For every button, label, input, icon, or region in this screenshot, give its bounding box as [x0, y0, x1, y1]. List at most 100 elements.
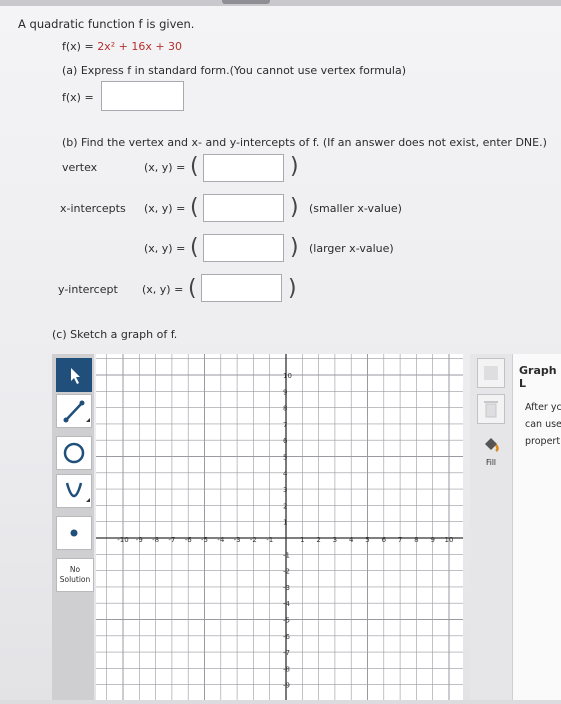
legend-line: can use [525, 419, 561, 430]
x-tick-label: 1 [300, 536, 304, 544]
x-tick-label: 7 [398, 536, 402, 544]
no-solution-line1: No [69, 565, 81, 574]
x-tick-label: 5 [365, 536, 369, 544]
x-tick-label: -10 [117, 536, 128, 544]
y-tick-label: 3 [283, 486, 287, 494]
undo-button[interactable] [477, 358, 505, 388]
no-solution-line2: Solution [59, 575, 91, 584]
left-paren: ( [190, 235, 199, 260]
circle-tool[interactable] [56, 436, 92, 470]
y-tick-label: 7 [283, 421, 287, 429]
right-paren: ) [290, 195, 299, 220]
smaller-x-note: (smaller x-value) [309, 202, 402, 215]
parabola-icon [65, 482, 90, 502]
x-tick-label: -9 [136, 536, 143, 544]
point-icon [70, 529, 78, 537]
y-tick-label: 10 [283, 372, 292, 380]
part-b-prompt: (b) Find the vertex and x- and y-interce… [62, 136, 547, 149]
part-a-prompt: (a) Express f in standard form.(You cann… [62, 64, 406, 77]
x-tick-label: -4 [217, 536, 225, 544]
graph-side-panel: Fill [470, 354, 512, 700]
point-tool[interactable] [56, 516, 92, 550]
y-tick-label: -9 [283, 682, 290, 690]
y-tick-label: -1 [283, 551, 290, 559]
y-tick-label: 9 [283, 388, 287, 396]
function-definition: f(x) = 2x² + 16x + 30 [62, 40, 182, 53]
y-int-eq: (x, y) = [142, 283, 184, 296]
legend-line: After yc [525, 402, 561, 413]
right-paren: ) [290, 154, 299, 179]
x-tick-label: 2 [316, 536, 320, 544]
cursor-icon [71, 368, 80, 384]
vertex-eq: (x, y) = [144, 161, 186, 174]
x-tick-label: -8 [152, 536, 159, 544]
x-intercepts-label: x-intercepts [60, 202, 126, 215]
y-tick-label: -3 [283, 584, 290, 592]
top-bar [0, 0, 561, 6]
parabola-tool[interactable] [56, 474, 92, 508]
right-paren: ) [290, 235, 299, 260]
x-int-larger-eq: (x, y) = [144, 242, 186, 255]
y-tick-label: 2 [283, 502, 287, 510]
legend-body: After yc can use propert [525, 399, 561, 450]
y-tick-label: -2 [283, 568, 290, 576]
trash-icon [484, 401, 498, 418]
pointer-tool[interactable] [56, 358, 92, 392]
x-tick-label: -6 [185, 536, 193, 544]
part-a-label: f(x) = [62, 91, 94, 104]
left-paren: ( [188, 276, 197, 301]
delete-button[interactable] [477, 394, 505, 424]
y-tick-label: 6 [283, 437, 288, 445]
vertex-input[interactable] [203, 154, 284, 182]
assignment-page: A quadratic function f is given. f(x) = … [0, 0, 561, 700]
left-paren: ( [190, 154, 199, 179]
larger-x-note: (larger x-value) [309, 242, 394, 255]
standard-form-input[interactable] [101, 81, 184, 111]
x-tick-label: 6 [382, 536, 387, 544]
x-tick-label: -2 [250, 536, 257, 544]
y-tick-label: -6 [283, 633, 291, 641]
right-paren: ) [288, 276, 297, 301]
x-tick-label: -5 [201, 536, 208, 544]
line-icon [63, 400, 90, 423]
y-tick-label: -4 [283, 600, 291, 608]
y-intercept-input[interactable] [201, 274, 282, 302]
y-tick-label: 4 [283, 470, 288, 478]
x-tick-label: 8 [414, 536, 418, 544]
circle-icon [63, 442, 85, 464]
graph-area[interactable]: -10 -9 -8 -7 -6 -5 -4 -3 -2 -1 1 2 3 4 5 6 7 8 9 10 10 9 8 7 6 5 4… [96, 354, 463, 700]
y-tick-label: 1 [283, 519, 287, 527]
x-intercept-smaller-input[interactable] [203, 194, 284, 222]
question-intro: A quadratic function f is given. [18, 17, 195, 31]
function-rhs: 2x² + 16x + 30 [97, 40, 183, 53]
left-paren: ( [190, 195, 199, 220]
graph-legend-panel: Graph L After yc can use propert [512, 354, 561, 700]
part-c-prompt: (c) Sketch a graph of f. [52, 328, 178, 341]
y-tick-label: -7 [283, 649, 290, 657]
top-tab[interactable] [222, 0, 270, 4]
x-tick-label: 10 [445, 536, 454, 544]
no-solution-button[interactable]: No Solution [56, 558, 94, 592]
y-intercept-label: y-intercept [58, 283, 118, 296]
x-tick-label: 3 [333, 536, 337, 544]
x-tick-label: 9 [430, 536, 434, 544]
paint-bucket-icon [485, 438, 499, 453]
y-tick-label: -8 [283, 665, 290, 673]
undo-icon [484, 366, 498, 380]
x-intercept-larger-input[interactable] [203, 234, 284, 262]
function-lhs: f(x) = [62, 40, 98, 53]
y-tick-label: 5 [283, 454, 287, 462]
fill-label: Fill [485, 458, 497, 467]
x-tick-label: -1 [266, 536, 273, 544]
graph-toolbar: No Solution [52, 354, 94, 700]
line-tool[interactable] [56, 394, 92, 428]
y-tick-label: 8 [283, 405, 287, 413]
x-int-smaller-eq: (x, y) = [144, 202, 186, 215]
x-tick-label: 4 [349, 536, 354, 544]
legend-line: propert [525, 436, 561, 447]
legend-title: Graph L [519, 364, 557, 390]
x-tick-label: -3 [234, 536, 241, 544]
x-tick-label: -7 [168, 536, 175, 544]
coordinate-grid[interactable]: -10 -9 -8 -7 -6 -5 -4 -3 -2 -1 1 2 3 4 5 6 7 8 9 10 10 9 8 7 6 5 4… [96, 354, 463, 700]
vertex-label: vertex [62, 161, 98, 174]
